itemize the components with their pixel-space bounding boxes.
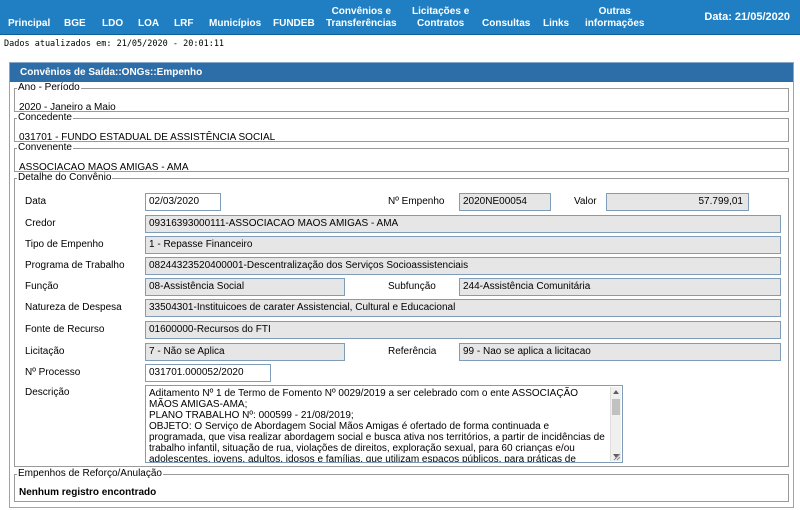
descricao-scrollbar[interactable] xyxy=(610,387,621,461)
convenente-legend: Convenente xyxy=(18,142,72,153)
referencia-label: Referência xyxy=(388,346,437,357)
subfuncao-field[interactable]: 244-Assistência Comunitária xyxy=(459,278,781,296)
concedente-fieldset: Concedente 031701 - FUNDO ESTADUAL DE AS… xyxy=(14,112,789,143)
descricao-line: Aditamento Nº 1 de Termo de Fomento Nº 0… xyxy=(149,388,579,410)
last-updated-text: Dados atualizados em: 21/05/2020 - 20:01… xyxy=(4,39,225,49)
nav-consultas[interactable]: Consultas xyxy=(482,18,530,30)
nav-convenios[interactable]: Convênios e Transferências xyxy=(326,6,397,30)
current-date: Data: 21/05/2020 xyxy=(704,11,790,23)
scroll-up-icon[interactable] xyxy=(613,390,619,394)
processo-field[interactable]: 031701.000052/2020 xyxy=(145,364,271,382)
valor-field[interactable]: 57.799,01 xyxy=(606,193,749,211)
nav-ldo[interactable]: LDO xyxy=(102,18,123,30)
convenente-fieldset: Convenente ASSOCIACAO MAOS AMIGAS - AMA xyxy=(14,142,789,173)
licitacao-label: Licitação xyxy=(25,346,65,357)
nav-outras[interactable]: Outras informações xyxy=(585,6,644,30)
empenho-field[interactable]: 2020NE00054 xyxy=(459,193,551,211)
fonte-field[interactable]: 01600000-Recursos do FTI xyxy=(145,321,781,339)
descricao-line: OBJETO: O Serviço de Abordagem Social Mã… xyxy=(149,421,605,463)
data-label: Data xyxy=(25,196,47,207)
scroll-thumb[interactable] xyxy=(612,399,620,415)
programa-label: Programa de Trabalho xyxy=(25,260,125,271)
nav-licitacoes[interactable]: Licitações e Contratos xyxy=(412,6,469,30)
empenho-label: Nº Empenho xyxy=(388,196,445,207)
programa-field[interactable]: 08244323520400001-Descentralização dos S… xyxy=(145,257,781,275)
tipo-empenho-label: Tipo de Empenho xyxy=(25,239,104,250)
valor-label: Valor xyxy=(574,196,597,207)
concedente-legend: Concedente xyxy=(18,112,72,123)
nav-principal[interactable]: Principal xyxy=(8,18,50,30)
reforco-value: Nenhum registro encontrado xyxy=(19,487,157,498)
nav-bge[interactable]: BGE xyxy=(64,18,86,30)
natureza-label: Natureza de Despesa xyxy=(25,302,122,313)
referencia-field[interactable]: 99 - Nao se aplica a licitacao xyxy=(459,343,781,361)
convenio-panel: Convênios de Saída::ONGs::Empenho Ano - … xyxy=(9,62,794,508)
tipo-empenho-field[interactable]: 1 - Repasse Financeiro xyxy=(145,236,781,254)
credor-field[interactable]: 09316393000111-ASSOCIACAO MAOS AMIGAS - … xyxy=(145,215,781,233)
nav-loa[interactable]: LOA xyxy=(138,18,159,30)
ano-periodo-fieldset: Ano - Período 2020 - Janeiro a Maio xyxy=(14,82,789,113)
natureza-field[interactable]: 33504301-Instituicoes de carater Assiste… xyxy=(145,299,781,317)
top-navigation: Principal BGE LDO LOA LRF Municípios FUN… xyxy=(0,0,800,35)
descricao-label: Descrição xyxy=(25,387,70,398)
nav-municipios[interactable]: Municípios xyxy=(209,18,261,30)
ano-periodo-legend: Ano - Período xyxy=(18,82,80,93)
nav-lrf[interactable]: LRF xyxy=(174,18,193,30)
descricao-line: PLANO TRABALHO Nº: 000599 - 21/08/2019; xyxy=(149,410,354,421)
funcao-field[interactable]: 08-Assistência Social xyxy=(145,278,345,296)
reforco-fieldset: Empenhos de Reforço/Anulação Nenhum regi… xyxy=(14,469,789,502)
panel-title: Convênios de Saída::ONGs::Empenho xyxy=(10,63,793,82)
funcao-label: Função xyxy=(25,281,59,292)
nav-links[interactable]: Links xyxy=(543,18,569,30)
credor-label: Credor xyxy=(25,218,56,229)
processo-label: Nº Processo xyxy=(25,367,81,378)
detalhe-fieldset: Detalhe do Convênio Data 02/03/2020 Nº E… xyxy=(14,173,789,467)
reforco-legend: Empenhos de Reforço/Anulação xyxy=(18,468,162,479)
data-field[interactable]: 02/03/2020 xyxy=(145,193,221,211)
descricao-textarea[interactable]: Aditamento Nº 1 de Termo de Fomento Nº 0… xyxy=(145,385,623,463)
detalhe-legend: Detalhe do Convênio xyxy=(18,172,112,183)
subfuncao-label: Subfunção xyxy=(388,281,436,292)
licitacao-field[interactable]: 7 - Não se Aplica xyxy=(145,343,345,361)
nav-fundeb[interactable]: FUNDEB xyxy=(273,18,315,30)
fonte-label: Fonte de Recurso xyxy=(25,324,105,335)
resize-handle-icon[interactable] xyxy=(613,453,621,461)
